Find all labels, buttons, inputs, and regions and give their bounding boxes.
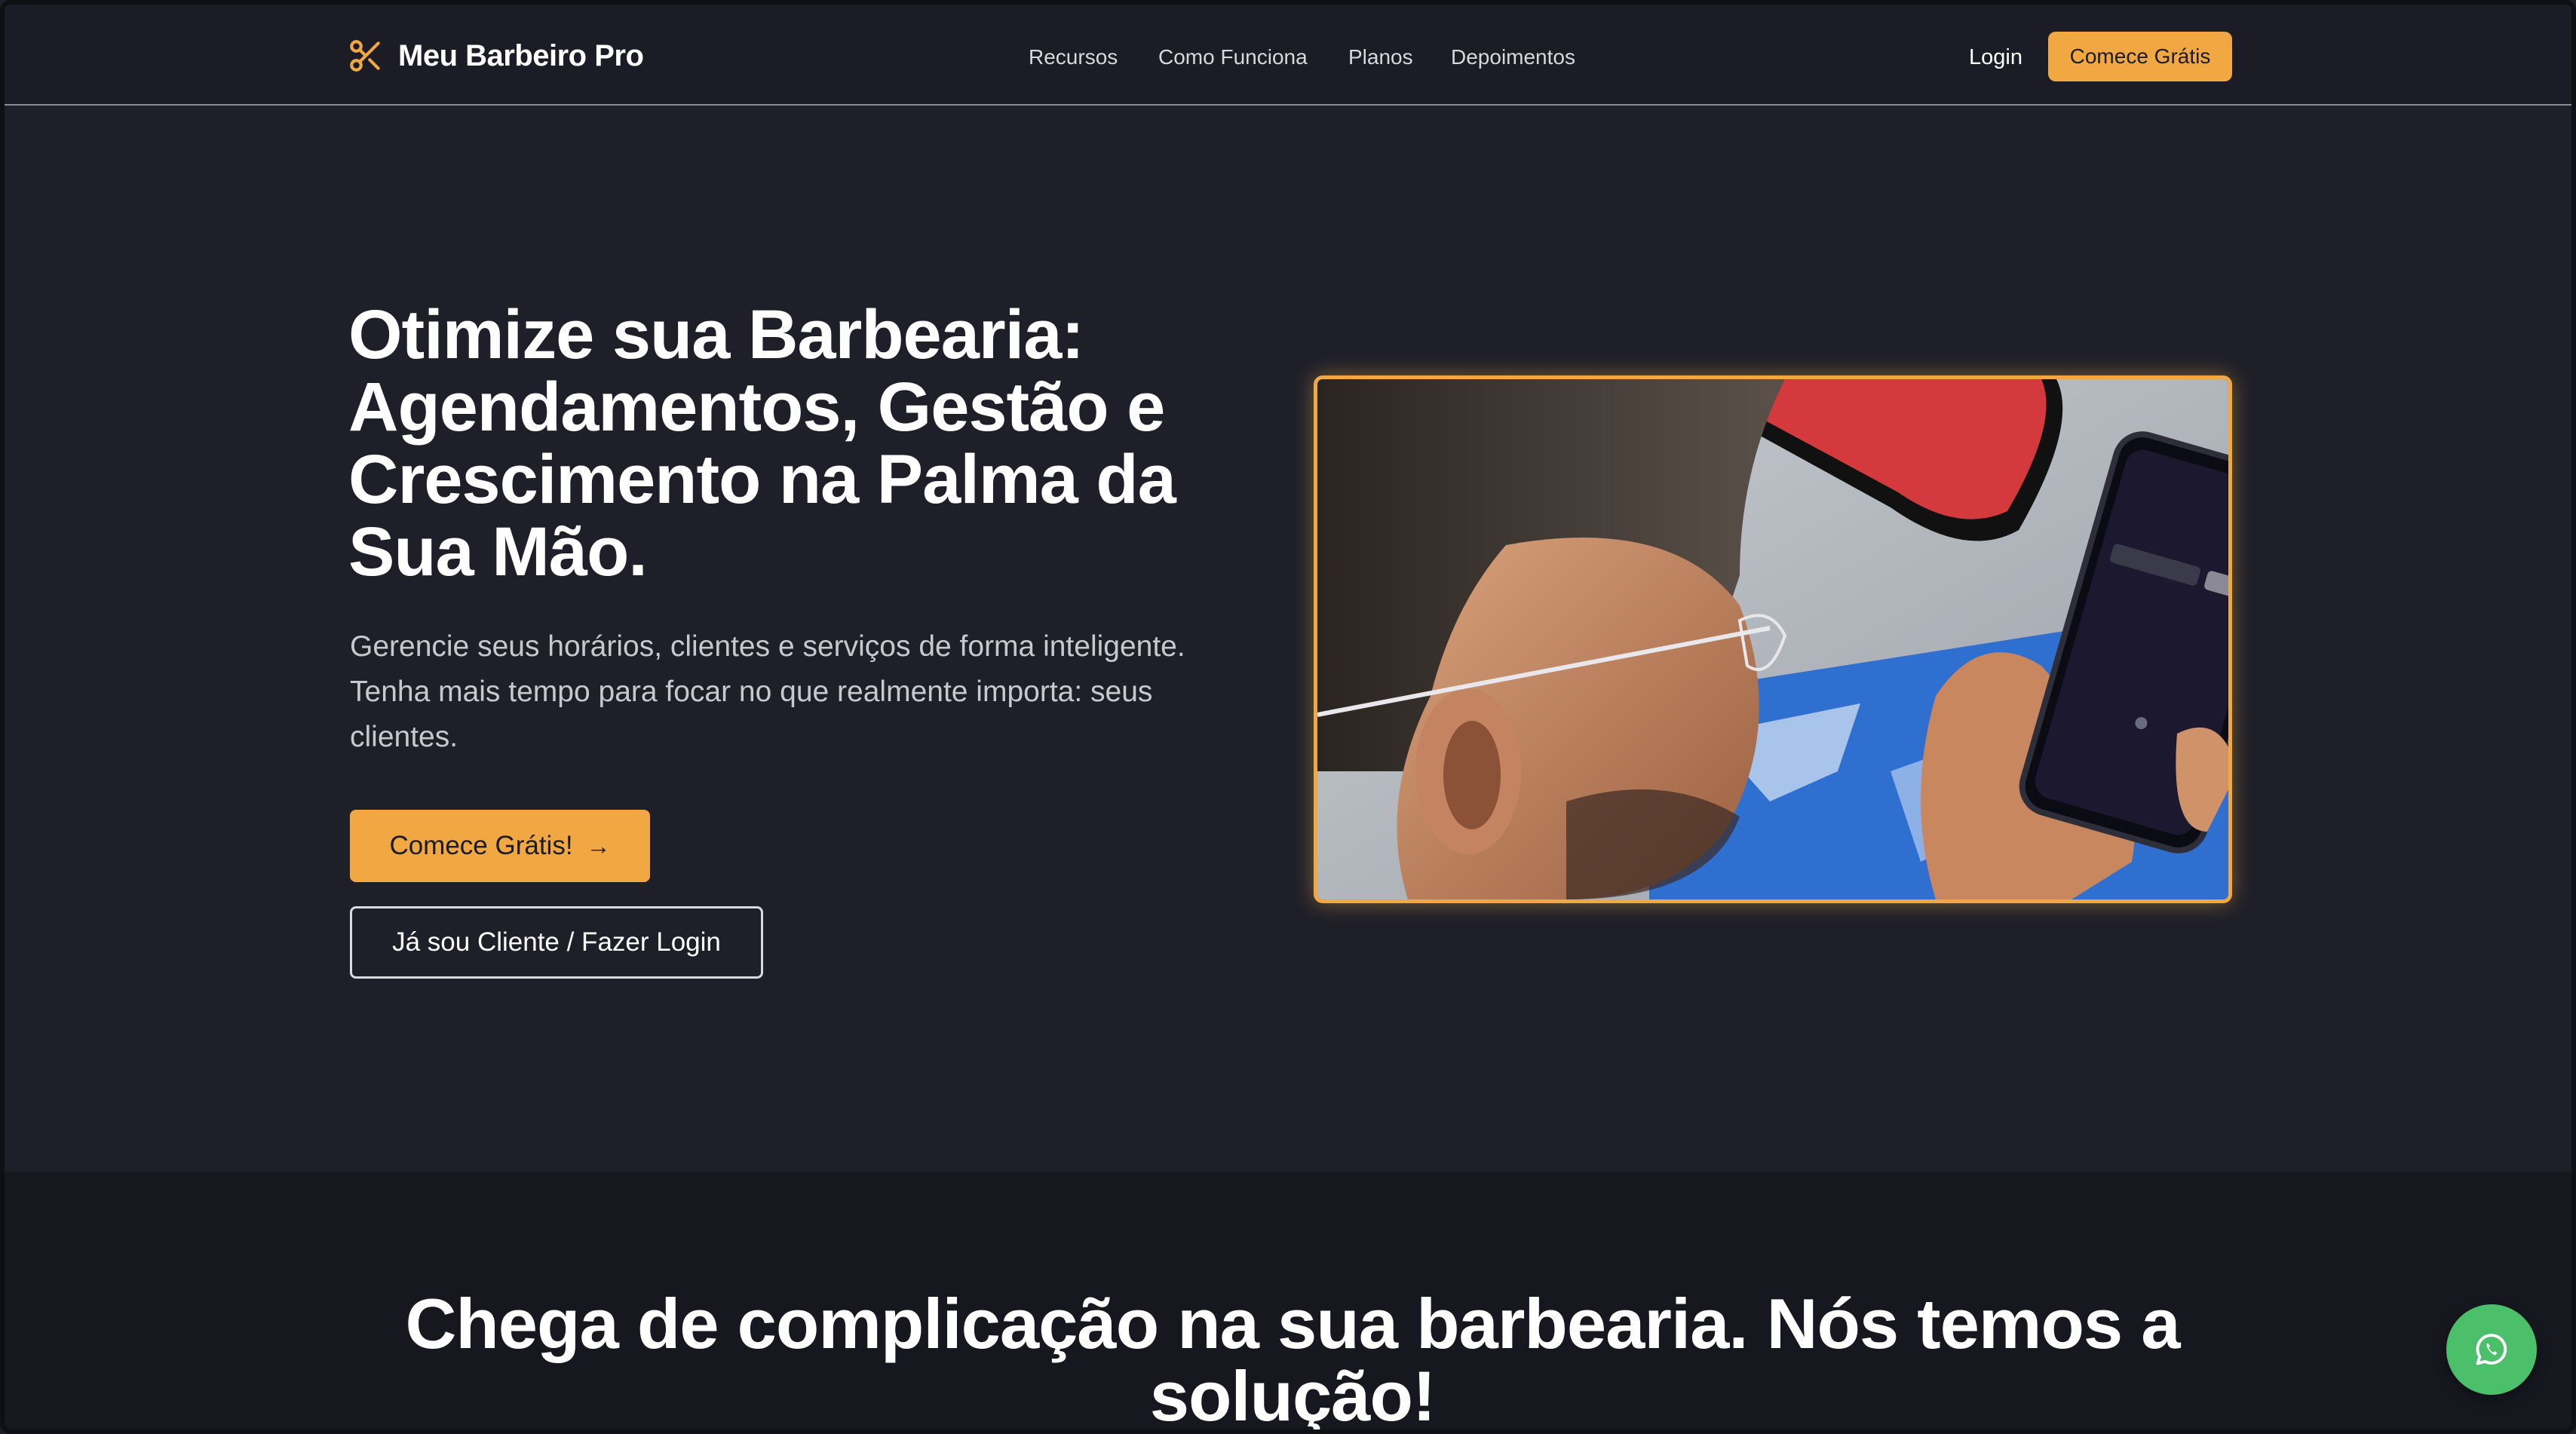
browser-frame: Meu Barbeiro Pro Recursos Como Funciona … (0, 0, 2576, 1434)
section-title: Chega de complicação na sua barbearia. N… (5, 1284, 2571, 1434)
hero-title: Otimize sua Barbearia: Agendamentos, Ges… (348, 296, 1176, 590)
client-login-button[interactable]: Já sou Cliente / Fazer Login (350, 906, 763, 979)
whatsapp-icon (2476, 1334, 2507, 1365)
nav-link-depoimentos[interactable]: Depoimentos (1451, 41, 1575, 74)
barber-using-phone-image (1317, 379, 2228, 899)
start-free-button[interactable]: Comece Grátis (2048, 32, 2232, 81)
hero-section: Otimize sua Barbearia: Agendamentos, Ges… (5, 107, 2571, 1172)
problem-solution-section: Chega de complicação na sua barbearia. N… (5, 1172, 2571, 1434)
arrow-right-icon: → (586, 832, 611, 859)
hero-subtitle: Gerencie seus horários, clientes e servi… (350, 630, 1185, 753)
nav-link-como-funciona[interactable]: Como Funciona (1158, 41, 1308, 74)
login-link[interactable]: Login (1969, 41, 2022, 74)
top-navbar: Meu Barbeiro Pro Recursos Como Funciona … (5, 5, 2571, 106)
hero-start-free-label: Comece Grátis! (389, 831, 573, 860)
nav-link-planos[interactable]: Planos (1348, 41, 1413, 74)
hero-video[interactable] (1314, 375, 2232, 903)
section-title-text: Chega de complicação na sua barbearia. N… (405, 1284, 2180, 1434)
nav-link-recursos[interactable]: Recursos (1029, 41, 1118, 74)
whatsapp-button[interactable] (2446, 1304, 2537, 1395)
hero-start-free-button[interactable]: Comece Grátis! → (350, 810, 650, 882)
